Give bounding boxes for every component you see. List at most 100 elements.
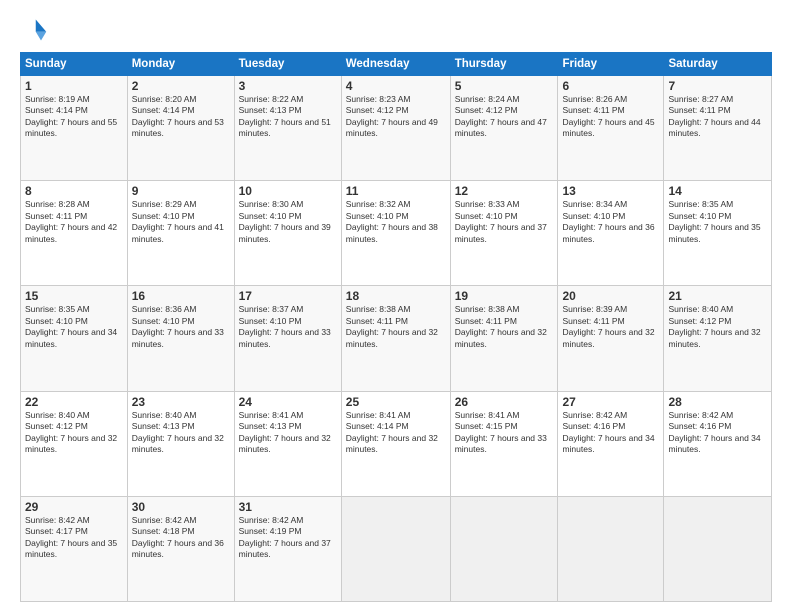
day-number: 29: [25, 500, 123, 514]
day-detail: Sunrise: 8:42 AMSunset: 4:18 PMDaylight:…: [132, 515, 224, 559]
calendar-cell: 12 Sunrise: 8:33 AMSunset: 4:10 PMDaylig…: [450, 181, 558, 286]
day-detail: Sunrise: 8:41 AMSunset: 4:15 PMDaylight:…: [455, 410, 547, 454]
week-row-2: 8 Sunrise: 8:28 AMSunset: 4:11 PMDayligh…: [21, 181, 772, 286]
calendar-cell: 6 Sunrise: 8:26 AMSunset: 4:11 PMDayligh…: [558, 76, 664, 181]
day-detail: Sunrise: 8:42 AMSunset: 4:16 PMDaylight:…: [562, 410, 654, 454]
day-number: 31: [239, 500, 337, 514]
day-number: 13: [562, 184, 659, 198]
calendar-cell: 10 Sunrise: 8:30 AMSunset: 4:10 PMDaylig…: [234, 181, 341, 286]
col-header-tuesday: Tuesday: [234, 53, 341, 76]
header: [20, 16, 772, 44]
day-number: 1: [25, 79, 123, 93]
day-number: 8: [25, 184, 123, 198]
day-number: 15: [25, 289, 123, 303]
day-number: 20: [562, 289, 659, 303]
day-number: 25: [346, 395, 446, 409]
calendar-cell: [341, 496, 450, 601]
day-number: 23: [132, 395, 230, 409]
day-detail: Sunrise: 8:27 AMSunset: 4:11 PMDaylight:…: [668, 94, 760, 138]
calendar-cell: 28 Sunrise: 8:42 AMSunset: 4:16 PMDaylig…: [664, 391, 772, 496]
calendar-cell: 11 Sunrise: 8:32 AMSunset: 4:10 PMDaylig…: [341, 181, 450, 286]
calendar-cell: 24 Sunrise: 8:41 AMSunset: 4:13 PMDaylig…: [234, 391, 341, 496]
day-number: 3: [239, 79, 337, 93]
day-number: 9: [132, 184, 230, 198]
day-detail: Sunrise: 8:34 AMSunset: 4:10 PMDaylight:…: [562, 199, 654, 243]
logo-icon: [20, 16, 48, 44]
day-detail: Sunrise: 8:35 AMSunset: 4:10 PMDaylight:…: [668, 199, 760, 243]
week-row-1: 1 Sunrise: 8:19 AMSunset: 4:14 PMDayligh…: [21, 76, 772, 181]
col-header-monday: Monday: [127, 53, 234, 76]
day-detail: Sunrise: 8:38 AMSunset: 4:11 PMDaylight:…: [455, 304, 547, 348]
day-detail: Sunrise: 8:35 AMSunset: 4:10 PMDaylight:…: [25, 304, 117, 348]
calendar-cell: 20 Sunrise: 8:39 AMSunset: 4:11 PMDaylig…: [558, 286, 664, 391]
calendar-cell: 1 Sunrise: 8:19 AMSunset: 4:14 PMDayligh…: [21, 76, 128, 181]
calendar-cell: 22 Sunrise: 8:40 AMSunset: 4:12 PMDaylig…: [21, 391, 128, 496]
calendar-cell: 13 Sunrise: 8:34 AMSunset: 4:10 PMDaylig…: [558, 181, 664, 286]
calendar-table: SundayMondayTuesdayWednesdayThursdayFrid…: [20, 52, 772, 602]
day-detail: Sunrise: 8:39 AMSunset: 4:11 PMDaylight:…: [562, 304, 654, 348]
calendar-cell: 4 Sunrise: 8:23 AMSunset: 4:12 PMDayligh…: [341, 76, 450, 181]
calendar-cell: 15 Sunrise: 8:35 AMSunset: 4:10 PMDaylig…: [21, 286, 128, 391]
day-detail: Sunrise: 8:24 AMSunset: 4:12 PMDaylight:…: [455, 94, 547, 138]
calendar-cell: 29 Sunrise: 8:42 AMSunset: 4:17 PMDaylig…: [21, 496, 128, 601]
calendar-cell: 18 Sunrise: 8:38 AMSunset: 4:11 PMDaylig…: [341, 286, 450, 391]
page: SundayMondayTuesdayWednesdayThursdayFrid…: [0, 0, 792, 612]
day-detail: Sunrise: 8:36 AMSunset: 4:10 PMDaylight:…: [132, 304, 224, 348]
day-number: 27: [562, 395, 659, 409]
day-number: 5: [455, 79, 554, 93]
col-header-wednesday: Wednesday: [341, 53, 450, 76]
day-detail: Sunrise: 8:40 AMSunset: 4:12 PMDaylight:…: [668, 304, 760, 348]
day-number: 4: [346, 79, 446, 93]
day-detail: Sunrise: 8:26 AMSunset: 4:11 PMDaylight:…: [562, 94, 654, 138]
calendar-cell: [664, 496, 772, 601]
calendar-cell: 16 Sunrise: 8:36 AMSunset: 4:10 PMDaylig…: [127, 286, 234, 391]
day-number: 16: [132, 289, 230, 303]
day-number: 11: [346, 184, 446, 198]
calendar-cell: 23 Sunrise: 8:40 AMSunset: 4:13 PMDaylig…: [127, 391, 234, 496]
logo: [20, 16, 52, 44]
calendar-cell: 25 Sunrise: 8:41 AMSunset: 4:14 PMDaylig…: [341, 391, 450, 496]
calendar-cell: [558, 496, 664, 601]
day-number: 2: [132, 79, 230, 93]
day-detail: Sunrise: 8:29 AMSunset: 4:10 PMDaylight:…: [132, 199, 224, 243]
calendar-cell: 30 Sunrise: 8:42 AMSunset: 4:18 PMDaylig…: [127, 496, 234, 601]
day-detail: Sunrise: 8:40 AMSunset: 4:13 PMDaylight:…: [132, 410, 224, 454]
day-detail: Sunrise: 8:19 AMSunset: 4:14 PMDaylight:…: [25, 94, 117, 138]
day-detail: Sunrise: 8:22 AMSunset: 4:13 PMDaylight:…: [239, 94, 331, 138]
day-detail: Sunrise: 8:41 AMSunset: 4:13 PMDaylight:…: [239, 410, 331, 454]
day-number: 21: [668, 289, 767, 303]
calendar-cell: 8 Sunrise: 8:28 AMSunset: 4:11 PMDayligh…: [21, 181, 128, 286]
day-number: 19: [455, 289, 554, 303]
day-detail: Sunrise: 8:32 AMSunset: 4:10 PMDaylight:…: [346, 199, 438, 243]
calendar-cell: 21 Sunrise: 8:40 AMSunset: 4:12 PMDaylig…: [664, 286, 772, 391]
day-number: 12: [455, 184, 554, 198]
calendar-cell: 2 Sunrise: 8:20 AMSunset: 4:14 PMDayligh…: [127, 76, 234, 181]
day-number: 10: [239, 184, 337, 198]
day-number: 6: [562, 79, 659, 93]
day-number: 30: [132, 500, 230, 514]
calendar-cell: 19 Sunrise: 8:38 AMSunset: 4:11 PMDaylig…: [450, 286, 558, 391]
day-detail: Sunrise: 8:41 AMSunset: 4:14 PMDaylight:…: [346, 410, 438, 454]
day-detail: Sunrise: 8:30 AMSunset: 4:10 PMDaylight:…: [239, 199, 331, 243]
calendar-cell: 31 Sunrise: 8:42 AMSunset: 4:19 PMDaylig…: [234, 496, 341, 601]
calendar-cell: 7 Sunrise: 8:27 AMSunset: 4:11 PMDayligh…: [664, 76, 772, 181]
calendar-cell: [450, 496, 558, 601]
calendar-cell: 3 Sunrise: 8:22 AMSunset: 4:13 PMDayligh…: [234, 76, 341, 181]
day-detail: Sunrise: 8:40 AMSunset: 4:12 PMDaylight:…: [25, 410, 117, 454]
day-number: 22: [25, 395, 123, 409]
day-detail: Sunrise: 8:33 AMSunset: 4:10 PMDaylight:…: [455, 199, 547, 243]
calendar-cell: 14 Sunrise: 8:35 AMSunset: 4:10 PMDaylig…: [664, 181, 772, 286]
col-header-thursday: Thursday: [450, 53, 558, 76]
day-detail: Sunrise: 8:28 AMSunset: 4:11 PMDaylight:…: [25, 199, 117, 243]
day-detail: Sunrise: 8:42 AMSunset: 4:17 PMDaylight:…: [25, 515, 117, 559]
day-detail: Sunrise: 8:23 AMSunset: 4:12 PMDaylight:…: [346, 94, 438, 138]
col-header-sunday: Sunday: [21, 53, 128, 76]
calendar-cell: 9 Sunrise: 8:29 AMSunset: 4:10 PMDayligh…: [127, 181, 234, 286]
col-header-saturday: Saturday: [664, 53, 772, 76]
day-number: 26: [455, 395, 554, 409]
calendar-cell: 17 Sunrise: 8:37 AMSunset: 4:10 PMDaylig…: [234, 286, 341, 391]
week-row-4: 22 Sunrise: 8:40 AMSunset: 4:12 PMDaylig…: [21, 391, 772, 496]
day-number: 7: [668, 79, 767, 93]
day-number: 17: [239, 289, 337, 303]
day-number: 24: [239, 395, 337, 409]
